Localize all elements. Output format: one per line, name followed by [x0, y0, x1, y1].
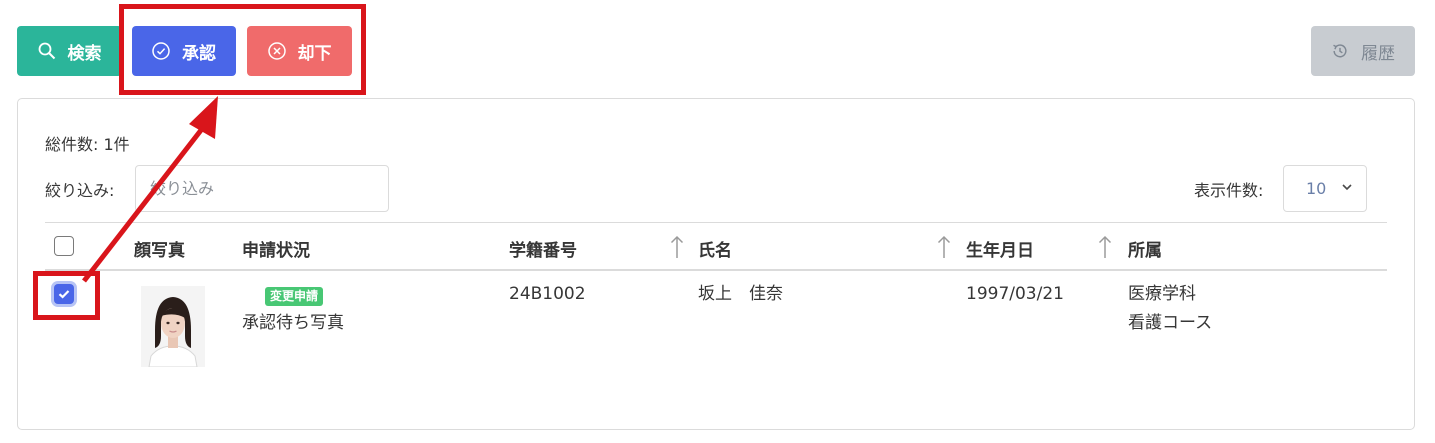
- annotation-arrow: [82, 96, 218, 283]
